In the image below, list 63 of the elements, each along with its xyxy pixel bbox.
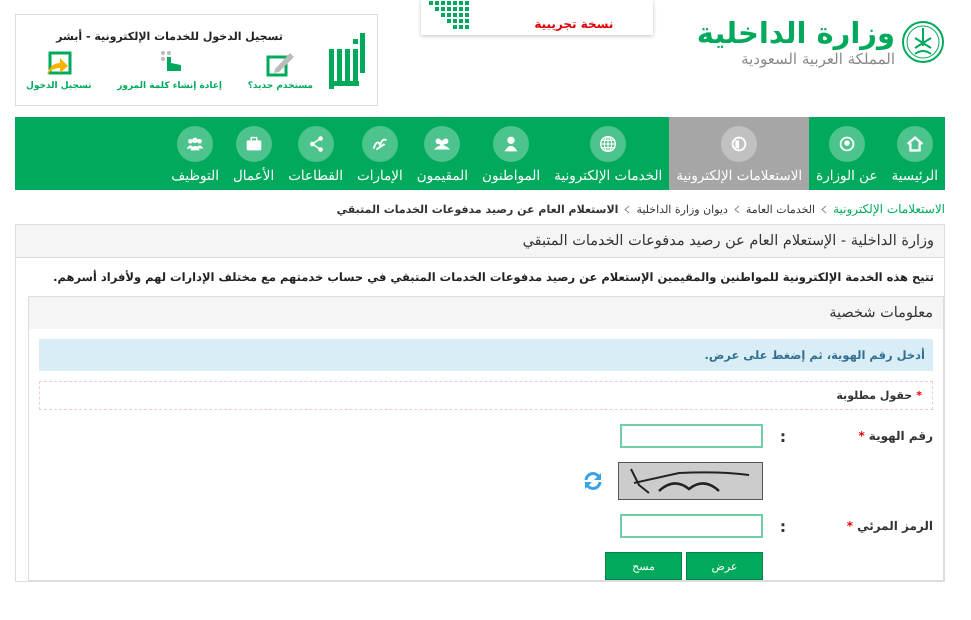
emblem-icon	[828, 126, 865, 162]
nav-tab[interactable]: الرئيسية	[884, 117, 945, 190]
login-title: تسجيل الدخول للخدمات الإلكترونية - أبشر	[54, 30, 284, 42]
share-nodes-icon	[298, 126, 334, 162]
nav-tab[interactable]: الأعمال	[226, 117, 282, 190]
form-button[interactable]: عرض	[686, 552, 763, 580]
person-icon	[493, 126, 530, 162]
nav-tab[interactable]: المواطنون	[475, 117, 548, 190]
calligraphy-icon	[362, 126, 398, 162]
login-link[interactable]: تسجيل الدخول	[26, 48, 92, 90]
nav-tab[interactable]: المقيمون	[410, 117, 476, 190]
colon: :	[778, 516, 788, 536]
section-title: معلومات شخصية	[29, 297, 943, 329]
field-label: الرمز المرئي	[857, 519, 933, 533]
nav-label: عن الوزارة	[816, 168, 878, 184]
nav-label: المواطنون	[482, 168, 540, 184]
nav-tab[interactable]: التوظيف	[164, 117, 226, 190]
required-asterisk: *	[846, 519, 854, 533]
link-label: إعادة إنشاء كلمة المرور	[117, 80, 222, 90]
breadcrumb-current: الاستعلام العام عن رصيد مدفوعات الخدمات المتبقي	[336, 202, 618, 216]
nav-tab[interactable]: الاستعلامات الإلكترونية	[669, 117, 810, 190]
chevron-icon	[734, 204, 740, 214]
breadcrumb-link[interactable]: ديوان وزارة الداخلية	[636, 202, 728, 216]
ministry-name: وزارة الداخلية	[696, 16, 895, 50]
required-asterisk: *	[858, 429, 865, 443]
login-link[interactable]: إعادة إنشاء كلمة المرور	[117, 48, 222, 90]
field-label: رقم الهوية	[868, 429, 933, 443]
nav-label: القطاعات	[288, 168, 343, 184]
nav-tab[interactable]: الإمارات	[350, 117, 410, 190]
breadcrumb-link[interactable]: الخدمات العامة	[746, 202, 816, 216]
chevron-icon	[624, 204, 630, 214]
nav-label: المقيمون	[416, 168, 468, 184]
nav-label: الرئيسية	[892, 168, 938, 184]
nav-tab[interactable]: القطاعات	[281, 117, 350, 190]
link-label: تسجيل الدخول	[26, 80, 92, 90]
required-note: حقول مطلوبة	[836, 389, 912, 402]
trial-banner[interactable]: نسخة تجريبية	[421, 0, 654, 35]
people-icon	[424, 126, 460, 162]
info-alert: أدخل رقم الهوية، ثم إضغط على عرض.	[39, 339, 933, 371]
service-description: تتيح هذه الخدمة الإلكترونية للمواطنين والمقيمين الإستعلام عن رصيد مدفوعات الخدمات المتبقي في حساب خدمتهم مع مختلف الإدارات لهم ولأفراد أسرهم.	[52, 268, 935, 286]
login-link[interactable]: مستخدم جديد؟	[248, 48, 314, 90]
panel-title: وزارة الداخلية - الإستعلام العام عن رصيد مدفوعات الخدمات المتبقي	[16, 225, 944, 258]
input-field[interactable]	[620, 424, 763, 448]
nav-label: الخدمات الإلكترونية	[554, 168, 662, 184]
input-field[interactable]	[620, 514, 763, 538]
briefcase-icon	[236, 126, 272, 162]
globe-icon	[590, 126, 626, 162]
nav-label: التوظيف	[171, 168, 219, 184]
nav-tab[interactable]: الخدمات الإلكترونية	[547, 117, 670, 190]
nav-tab[interactable]: عن الوزارة	[809, 117, 884, 190]
country-name: المملكة العربية السعودية	[740, 50, 895, 68]
nav-label: الإمارات	[356, 168, 403, 184]
link-label: مستخدم جديد؟	[248, 80, 314, 90]
breadcrumb-link[interactable]: الاستعلامات الإلكترونية	[833, 202, 945, 216]
chevron-icon	[821, 204, 828, 214]
refresh-icon[interactable]	[582, 470, 604, 492]
group-icon	[177, 126, 214, 162]
nav-label: الاستعلامات الإلكترونية	[676, 168, 802, 184]
colon: :	[778, 426, 788, 446]
required-asterisk: *	[916, 389, 922, 402]
form-button[interactable]: مسح	[605, 552, 682, 580]
nav-label: الأعمال	[232, 168, 274, 184]
home-icon	[896, 126, 933, 162]
